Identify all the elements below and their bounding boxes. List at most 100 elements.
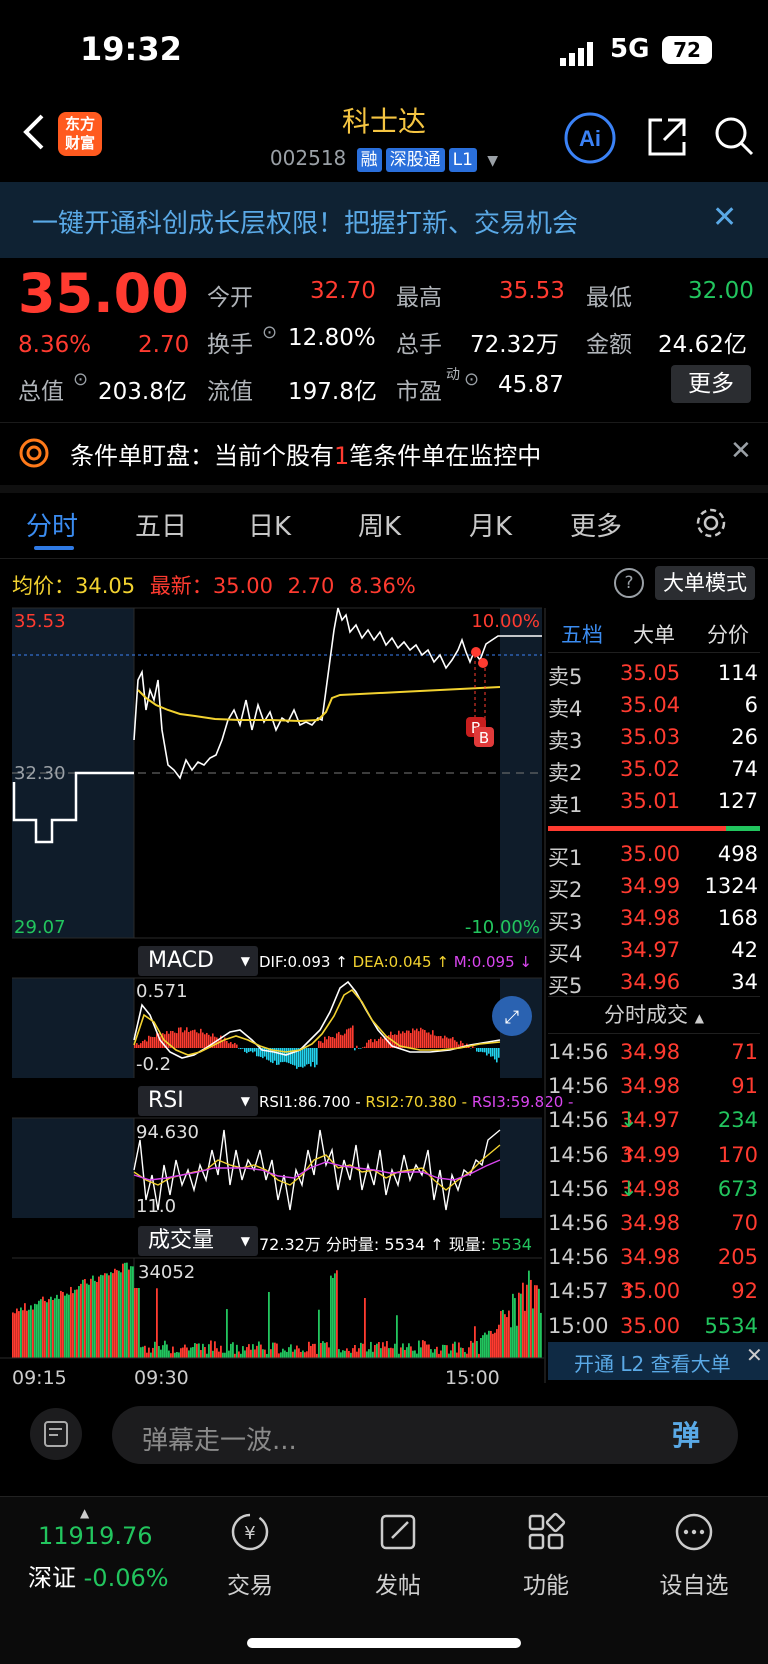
tabbar-functions[interactable]: 功能 <box>486 1510 606 1600</box>
status-time: 19:32 <box>80 30 182 68</box>
ask-row[interactable]: 卖435.046 <box>548 693 760 725</box>
gear-icon[interactable] <box>694 506 728 540</box>
macd-bar <box>454 1040 456 1048</box>
trade-row: 14:5634.97↓234 <box>548 1108 760 1142</box>
volume-bar <box>284 1350 286 1358</box>
help-icon[interactable]: ? <box>614 568 644 598</box>
volume-bar <box>538 1289 540 1358</box>
macd-bar <box>346 1029 348 1048</box>
ask-row[interactable]: 卖335.0326 <box>548 725 760 757</box>
volume-total: 72.32万 <box>259 1235 321 1254</box>
y-bottom-label: 29.07 <box>14 917 66 938</box>
trade-time: 14:57 <box>548 1279 609 1303</box>
bid-row[interactable]: 买334.98168 <box>548 906 760 938</box>
rsi-selector[interactable]: RSI▼ <box>138 1086 258 1116</box>
intraday-chart[interactable]: 35.53 32.30 29.07 10.00% -10.00% B B 0.5… <box>0 600 544 1390</box>
volume-bar <box>28 1310 30 1358</box>
tab-weekly-k[interactable]: 周K <box>358 506 401 543</box>
bid-row[interactable]: 买135.00498 <box>548 842 760 874</box>
volume-bar <box>236 1345 238 1358</box>
tabbar-watchlist[interactable]: 设自选 <box>634 1510 754 1600</box>
info-icon[interactable]: ⊙ <box>73 369 88 390</box>
macd-bar <box>412 1028 414 1048</box>
tab-five-level[interactable]: 五档 <box>561 619 603 649</box>
macd-bar <box>370 1039 372 1048</box>
volume-bar <box>324 1343 326 1358</box>
search-icon[interactable] <box>712 114 756 158</box>
volume-bar <box>158 1346 160 1358</box>
volume-bar <box>202 1344 204 1358</box>
volume-bar <box>314 1344 316 1358</box>
trade-volume: 205 <box>718 1245 758 1269</box>
macd-bar <box>152 1037 154 1048</box>
ask-volume: 26 <box>731 725 758 749</box>
tab-price-dist[interactable]: 分价 <box>707 619 749 649</box>
low-value: 32.00 <box>688 278 754 304</box>
macd-bar <box>290 1048 292 1064</box>
macd-bar <box>168 1034 170 1048</box>
macd-bar <box>232 1044 234 1048</box>
float-value: 197.8亿 <box>288 372 377 406</box>
bid-row[interactable]: 买434.9742 <box>548 938 760 970</box>
info-pct: 8.36% <box>349 574 416 598</box>
volume-bar <box>484 1333 486 1358</box>
ask-row[interactable]: 卖135.01127 <box>548 789 760 821</box>
macd-bar <box>344 1034 346 1048</box>
volume-bar <box>148 1348 150 1358</box>
ask-row[interactable]: 卖235.0274 <box>548 757 760 789</box>
macd-bar <box>236 1045 238 1048</box>
volume-bar <box>68 1295 70 1358</box>
danmu-send-button[interactable]: 弹 <box>672 1414 700 1454</box>
volume-bar <box>224 1353 226 1358</box>
volume-bar <box>418 1341 420 1358</box>
index-quote[interactable]: 深证 -0.06% <box>28 1558 169 1593</box>
ask-row[interactable]: 卖535.05114 <box>548 661 760 693</box>
close-icon[interactable]: ✕ <box>746 1343 763 1367</box>
share-icon[interactable] <box>644 114 690 160</box>
home-indicator[interactable] <box>247 1638 521 1648</box>
volume-bar <box>300 1352 302 1358</box>
avg-price-line <box>138 687 500 721</box>
ask-price: 35.05 <box>620 661 680 685</box>
tabbar-post[interactable]: 发帖 <box>338 1510 458 1600</box>
index-value[interactable]: 11919.76 <box>38 1522 153 1550</box>
volume-bar <box>524 1311 526 1358</box>
tab-more[interactable]: 更多 <box>570 506 622 543</box>
info-icon[interactable]: ⊙ <box>464 369 479 390</box>
bid-row[interactable]: 买234.991324 <box>548 874 760 906</box>
volume-bar <box>198 1343 200 1358</box>
tab-intraday[interactable]: 分时 <box>26 506 78 543</box>
volume-bar <box>514 1298 516 1358</box>
macd-bar <box>142 1041 144 1048</box>
volume-bar <box>372 1352 374 1358</box>
volume-bar <box>184 1345 186 1358</box>
volume-bar <box>416 1354 418 1358</box>
volume-bar <box>176 1352 178 1358</box>
macd-bar <box>414 1030 416 1048</box>
volume-bar <box>504 1314 506 1358</box>
rsi-bottom-label: 11.0 <box>136 1196 176 1217</box>
volume-bar <box>222 1353 224 1358</box>
volume-bar <box>414 1350 416 1358</box>
volume-selector[interactable]: 成交量▼ <box>138 1226 258 1256</box>
macd-bar <box>444 1036 446 1048</box>
close-icon[interactable]: ✕ <box>730 436 752 466</box>
macd-selector[interactable]: MACD▼ <box>138 946 258 976</box>
buy-marker-label: B <box>479 729 489 747</box>
ai-assistant-button[interactable]: Ai <box>564 112 616 164</box>
danmu-settings-icon[interactable] <box>30 1408 82 1460</box>
info-icon[interactable]: ⊙ <box>262 322 277 343</box>
trade-point <box>471 647 481 657</box>
big-order-mode-button[interactable]: 大单模式 <box>655 566 755 600</box>
tabbar-trade[interactable]: ¥ 交易 <box>190 1510 310 1600</box>
edit-icon <box>376 1510 420 1554</box>
tab-daily-k[interactable]: 日K <box>248 506 291 543</box>
tab-five-day[interactable]: 五日 <box>135 506 187 543</box>
macd-bar <box>188 1032 190 1048</box>
trades-header[interactable]: 分时成交 ▲ <box>548 996 760 1034</box>
tab-big-order[interactable]: 大单 <box>633 619 675 649</box>
tab-monthly-k[interactable]: 月K <box>469 506 512 543</box>
close-icon[interactable]: ✕ <box>712 200 737 235</box>
more-quote-button[interactable]: 更多 <box>671 365 751 403</box>
volume-bar <box>482 1335 484 1358</box>
